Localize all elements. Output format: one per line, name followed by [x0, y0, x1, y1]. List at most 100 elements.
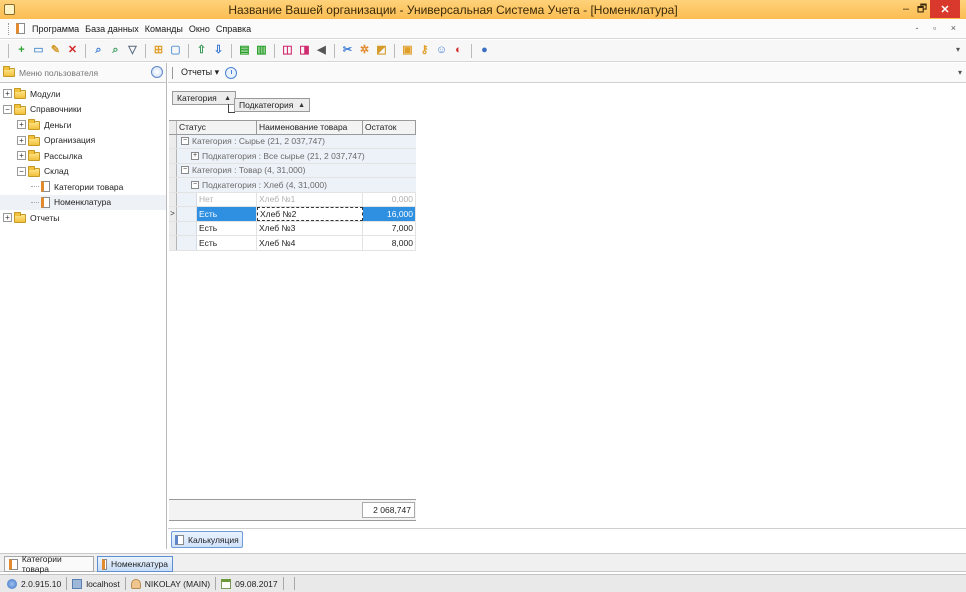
tab-calculation[interactable]: Калькуляция: [171, 531, 243, 548]
users-icon[interactable]: ☺: [435, 44, 448, 57]
cell-qty[interactable]: 16,000: [363, 207, 416, 221]
window-tab-categories[interactable]: Категории товара: [4, 554, 94, 574]
folder-icon: [14, 103, 26, 115]
minimize-button[interactable]: –: [898, 0, 914, 18]
import-icon[interactable]: ▥: [255, 44, 268, 57]
table-row[interactable]: Нет Хлеб №1 0,000: [169, 192, 416, 207]
cell-status[interactable]: Есть: [197, 221, 257, 235]
find-icon[interactable]: ⌕: [92, 44, 105, 57]
group-chip-category[interactable]: Категория ▲: [172, 91, 236, 105]
info-icon[interactable]: ●: [478, 44, 491, 57]
user-menu-panel: Меню пользователя + Модули − Справочники + Де…: [0, 63, 167, 549]
cell-name[interactable]: Хлеб №1: [257, 192, 363, 206]
menu-commands[interactable]: Команды: [142, 24, 186, 34]
cell-name[interactable]: Хлеб №2: [257, 207, 363, 221]
tree-item[interactable]: − Склад: [0, 164, 166, 180]
maximize-button[interactable]: 🗗: [914, 0, 930, 18]
delete-icon[interactable]: ✕: [66, 44, 79, 57]
table-row[interactable]: > Есть Хлеб №2 16,000: [169, 207, 416, 222]
key-icon[interactable]: ⚷: [418, 44, 431, 57]
expand-icon[interactable]: +: [191, 151, 199, 160]
expand-icon[interactable]: +: [3, 213, 12, 223]
group-row[interactable]: − Подкатегория : Хлеб (4, 31,000): [169, 178, 416, 193]
cell-qty[interactable]: 8,000: [363, 236, 416, 250]
document-icon: [9, 558, 18, 570]
version-text: 2.0.915.10: [21, 578, 62, 589]
group-row[interactable]: − Категория : Сырье (21, 2 037,747): [169, 134, 416, 149]
group-label: Подкатегория : Все сырье (21, 2 037,747): [202, 150, 365, 161]
chart-icon[interactable]: ◩: [375, 44, 388, 57]
tree-icon[interactable]: ⊞: [152, 44, 165, 57]
find-next-icon[interactable]: ⌕: [109, 44, 122, 57]
document-icon: [41, 181, 50, 193]
menu-program[interactable]: Программа: [29, 24, 82, 34]
expand-icon[interactable]: +: [17, 120, 26, 130]
menu-help[interactable]: Справка: [213, 24, 254, 34]
column-qty[interactable]: Остаток: [363, 121, 416, 134]
mdi-controls[interactable]: - ▫ ×: [916, 23, 962, 33]
server-icon: [72, 578, 83, 589]
history-icon[interactable]: [225, 66, 238, 79]
document-icon: [102, 558, 107, 570]
menu-window[interactable]: Окно: [186, 24, 213, 34]
reports-button[interactable]: Отчеты ▾: [181, 67, 219, 78]
tree-item[interactable]: + Отчеты: [0, 210, 166, 226]
window-icon[interactable]: ◫: [281, 44, 294, 57]
cell-qty[interactable]: 7,000: [363, 221, 416, 235]
row-indicator: [169, 163, 177, 177]
dropdown-icon[interactable]: ◀: [315, 44, 328, 57]
tree-item[interactable]: − Справочники: [0, 102, 166, 118]
edit-icon[interactable]: ✎: [49, 44, 62, 57]
tree-item[interactable]: + Рассылка: [0, 148, 166, 164]
tree-item[interactable]: + Деньги: [0, 117, 166, 133]
group-row[interactable]: + Подкатегория : Все сырье (21, 2 037,74…: [169, 149, 416, 164]
collapse-icon[interactable]: −: [191, 180, 199, 189]
group-row[interactable]: − Категория : Товар (4, 31,000): [169, 163, 416, 178]
collapse-icon[interactable]: −: [17, 166, 26, 176]
cell-status[interactable]: Нет: [197, 192, 257, 206]
main-toolbar: + ▭ ✎ ✕ ⌕ ⌕ ▽ ⊞ ▢ ⇧ ⇩ ▤ ▥ ◫ ◨ ◀ ✂ ✲ ◩ ▣ ⚷ ☺ ◐ ● ▾: [0, 40, 966, 62]
cell-name[interactable]: Хлеб №4: [257, 236, 363, 250]
expand-icon[interactable]: +: [17, 135, 26, 145]
tree-item-label: Отчеты: [30, 212, 60, 223]
cell-name[interactable]: Хлеб №3: [257, 221, 363, 235]
lock-icon[interactable]: ▣: [401, 44, 414, 57]
view-icon[interactable]: ▢: [169, 44, 182, 57]
expand-icon[interactable]: +: [3, 89, 12, 99]
column-status[interactable]: Статус: [177, 121, 257, 134]
move-up-icon[interactable]: ⇧: [195, 44, 208, 57]
export-icon[interactable]: ▤: [238, 44, 251, 57]
tree-item[interactable]: Категории товара: [0, 179, 166, 195]
toolbar-overflow-icon[interactable]: ▾: [956, 45, 960, 54]
current-row-indicator: >: [169, 207, 177, 221]
filter-icon[interactable]: ▽: [126, 44, 139, 57]
pin-icon[interactable]: [151, 66, 163, 78]
copy-icon[interactable]: ▭: [32, 44, 45, 57]
collapse-icon[interactable]: −: [181, 137, 189, 146]
collapse-icon[interactable]: −: [181, 166, 189, 175]
expand-icon[interactable]: +: [17, 151, 26, 161]
table-row[interactable]: Есть Хлеб №4 8,000: [169, 236, 416, 251]
collapse-icon[interactable]: −: [3, 104, 12, 114]
column-name[interactable]: Наименование товара: [257, 121, 363, 134]
cell-qty[interactable]: 0,000: [363, 192, 416, 206]
menu-database[interactable]: База данных: [82, 24, 142, 34]
tree-item[interactable]: + Модули: [0, 86, 166, 102]
settings-icon[interactable]: ✲: [358, 44, 371, 57]
sort-asc-icon: ▲: [224, 94, 231, 102]
window-new-icon[interactable]: ◨: [298, 44, 311, 57]
tree-item[interactable]: Номенклатура: [0, 194, 166, 210]
window-tab-nomenclature[interactable]: Номенклатура: [97, 556, 173, 572]
reports-overflow-icon[interactable]: ▾: [958, 68, 962, 77]
document-icon[interactable]: [16, 23, 25, 34]
group-chip-subcategory[interactable]: Подкатегория ▲: [234, 98, 310, 112]
tree-item[interactable]: + Организация: [0, 133, 166, 149]
move-down-icon[interactable]: ⇩: [212, 44, 225, 57]
cell-status[interactable]: Есть: [197, 236, 257, 250]
table-row[interactable]: Есть Хлеб №3 7,000: [169, 221, 416, 236]
close-button[interactable]: ✕: [930, 0, 960, 18]
cell-status[interactable]: Есть: [197, 207, 257, 221]
tools-icon[interactable]: ✂: [341, 44, 354, 57]
add-icon[interactable]: +: [15, 44, 28, 57]
palette-icon[interactable]: ◐: [452, 44, 465, 57]
